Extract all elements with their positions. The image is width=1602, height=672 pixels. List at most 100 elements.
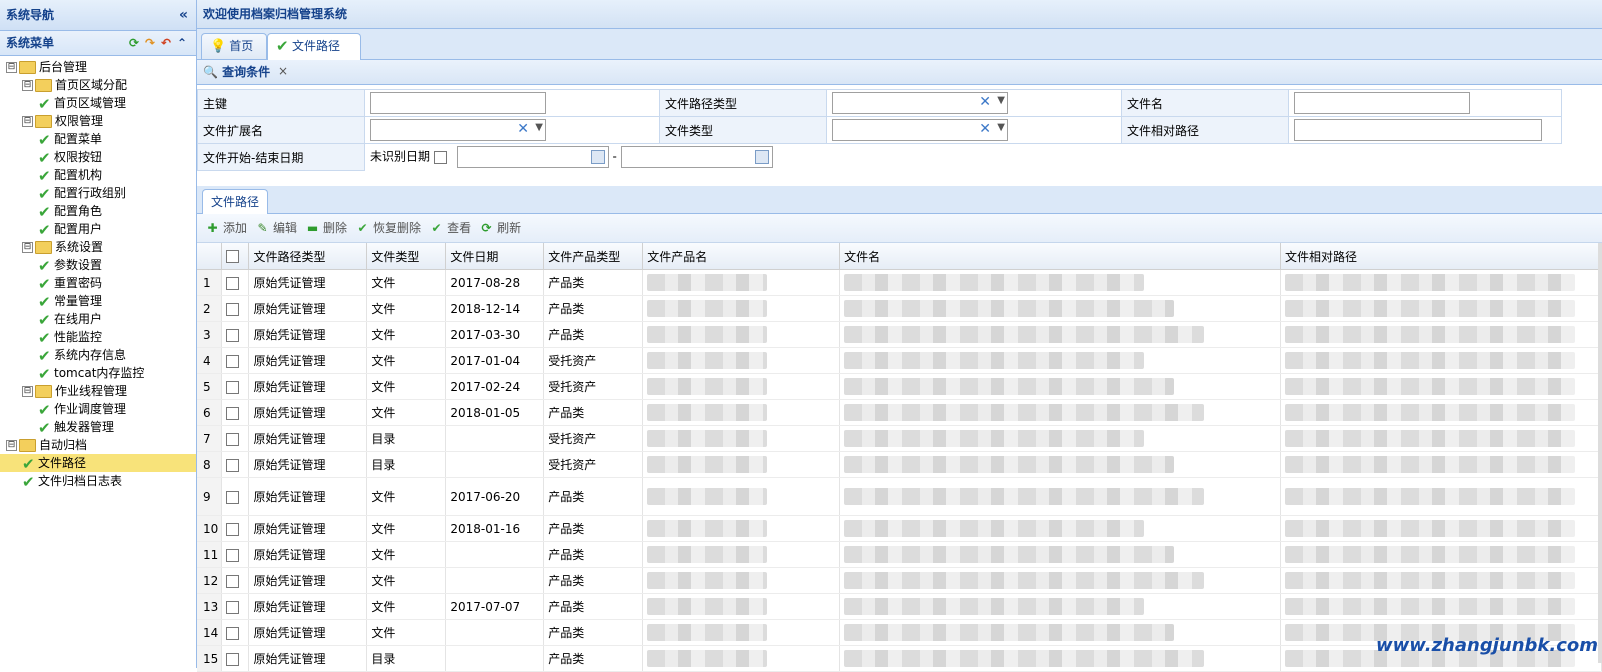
tree-item[interactable]: ✔ 首页区域管理	[0, 94, 196, 113]
tree-item[interactable]: ⊟ 作业线程管理	[0, 382, 196, 400]
tree-item[interactable]: ✔ 性能监控	[0, 328, 196, 347]
tree-item[interactable]: ✔ 配置行政组别	[0, 184, 196, 203]
row-checkbox[interactable]	[226, 302, 240, 316]
col-header-file-name[interactable]: 文件名	[839, 243, 1281, 270]
collapse-toggle-icon[interactable]: ⊟	[22, 116, 33, 127]
chevron-up-icon[interactable]: ⌃	[174, 31, 190, 55]
undo-icon[interactable]: ↶	[158, 31, 174, 55]
double-chevron-left-icon[interactable]: «	[179, 0, 188, 30]
table-row[interactable]: 10 原始凭证管理 文件 2018-01-16 产品类	[197, 515, 1602, 542]
tree-item[interactable]: ✔ 配置菜单	[0, 130, 196, 149]
toolbar-button[interactable]: ▬ 删除	[305, 214, 347, 242]
col-header-product-type[interactable]: 文件产品类型	[543, 243, 644, 270]
redo-icon[interactable]: ↷	[142, 31, 158, 55]
tree-item[interactable]: ✔ 系统内存信息	[0, 346, 196, 365]
toolbar-button[interactable]: ✎ 编辑	[255, 214, 297, 242]
row-checkbox[interactable]	[226, 406, 240, 420]
unknown-date-checkbox[interactable]	[433, 150, 447, 164]
table-row[interactable]: 5 原始凭证管理 文件 2017-02-24 受托资产	[197, 373, 1602, 400]
path-type-select[interactable]: ✕ ▼	[832, 92, 1008, 114]
table-row[interactable]: 4 原始凭证管理 文件 2017-01-04 受托资产	[197, 347, 1602, 374]
row-checkbox[interactable]	[226, 354, 240, 368]
tree-item[interactable]: ✔ 文件归档日志表	[0, 472, 196, 491]
start-date-input[interactable]	[456, 146, 609, 169]
table-row[interactable]: 2 原始凭证管理 文件 2018-12-14 产品类	[197, 295, 1602, 322]
toolbar-button[interactable]: ✔ 恢复删除	[355, 214, 422, 242]
tree-item[interactable]: ⊟ 权限管理	[0, 112, 196, 130]
row-checkbox[interactable]	[226, 432, 240, 446]
ext-select[interactable]: ✕ ▼	[370, 119, 546, 141]
tree-item[interactable]: ✔ 配置机构	[0, 166, 196, 185]
collapse-toggle-icon[interactable]: ⊟	[22, 386, 33, 397]
tree-item[interactable]: ⊟ 后台管理	[0, 58, 196, 76]
table-row[interactable]: 13 原始凭证管理 文件 2017-07-07 产品类	[197, 593, 1602, 620]
row-checkbox[interactable]	[226, 522, 240, 536]
row-checkbox[interactable]	[226, 548, 240, 562]
row-checkbox[interactable]	[226, 328, 240, 342]
col-header-path-type[interactable]: 文件路径类型	[248, 243, 368, 270]
tab-file-path[interactable]: ✔ 文件路径 ×	[267, 33, 361, 78]
tree-item[interactable]: ✔ 在线用户	[0, 310, 196, 329]
row-checkbox[interactable]	[226, 574, 240, 588]
chevron-down-icon[interactable]: ▼	[535, 122, 543, 133]
file-type-select[interactable]: ✕ ▼	[832, 119, 1008, 141]
tree-item[interactable]: ✔ 配置角色	[0, 202, 196, 221]
row-checkbox[interactable]	[226, 490, 240, 504]
collapse-toggle-icon[interactable]: ⊟	[22, 80, 33, 91]
table-row[interactable]: 12 原始凭证管理 文件 产品类	[197, 567, 1602, 594]
select-all-checkbox[interactable]	[226, 250, 240, 263]
tree-item[interactable]: ✔ tomcat内存监控	[0, 364, 196, 383]
file-name-input[interactable]	[1294, 92, 1470, 114]
vertical-scrollbar[interactable]	[1598, 243, 1602, 663]
row-checkbox[interactable]	[226, 458, 240, 472]
calendar-icon[interactable]	[590, 150, 605, 165]
toolbar-button[interactable]: ✚ 添加	[205, 214, 247, 242]
table-row[interactable]: 7 原始凭证管理 目录 受托资产	[197, 425, 1602, 452]
cell-file-type: 文件	[366, 567, 447, 594]
row-checkbox[interactable]	[226, 652, 240, 666]
tab-close-icon[interactable]: ×	[278, 64, 288, 78]
tree-item[interactable]: ✔ 重置密码	[0, 274, 196, 293]
tree-item[interactable]: ✔ 文件路径	[0, 454, 196, 473]
tree-item[interactable]: ⊟ 自动归档	[0, 436, 196, 454]
tree-item[interactable]: ⊟ 系统设置	[0, 238, 196, 256]
tree-item[interactable]: ✔ 作业调度管理	[0, 400, 196, 419]
table-row[interactable]: 8 原始凭证管理 目录 受托资产	[197, 451, 1602, 478]
row-checkbox[interactable]	[226, 276, 240, 290]
tree-item[interactable]: ✔ 触发器管理	[0, 418, 196, 437]
col-header-rel-path[interactable]: 文件相对路径	[1280, 243, 1602, 270]
end-date-input[interactable]	[620, 146, 773, 169]
table-row[interactable]: 9 原始凭证管理 文件 2017-06-20 产品类	[197, 477, 1602, 516]
grid-tab[interactable]: 文件路径	[202, 189, 269, 214]
table-row[interactable]: 3 原始凭证管理 文件 2017-03-30 产品类	[197, 321, 1602, 348]
clear-icon[interactable]: ✕	[979, 94, 991, 110]
tab-home[interactable]: 💡 首页	[201, 33, 267, 59]
row-checkbox[interactable]	[226, 626, 240, 640]
tree-item[interactable]: ⊟ 首页区域分配	[0, 76, 196, 94]
collapse-toggle-icon[interactable]: ⊟	[22, 242, 33, 253]
row-checkbox[interactable]	[226, 600, 240, 614]
tree-item[interactable]: ✔ 权限按钮	[0, 148, 196, 167]
toolbar-button[interactable]: ⟳ 刷新	[479, 214, 522, 242]
clear-icon[interactable]: ✕	[979, 121, 991, 137]
collapse-toggle-icon[interactable]: ⊟	[6, 62, 17, 73]
table-row[interactable]: 6 原始凭证管理 文件 2018-01-05 产品类	[197, 399, 1602, 426]
clear-icon[interactable]: ✕	[517, 121, 529, 137]
col-header-file-type[interactable]: 文件类型	[366, 243, 447, 270]
col-header-date[interactable]: 文件日期	[445, 243, 545, 270]
row-checkbox[interactable]	[226, 380, 240, 394]
col-header-product-name[interactable]: 文件产品名	[642, 243, 841, 270]
toolbar-button[interactable]: ✔ 查看	[429, 214, 472, 242]
calendar-icon[interactable]	[754, 150, 769, 165]
collapse-toggle-icon[interactable]: ⊟	[6, 440, 17, 451]
table-row[interactable]: 11 原始凭证管理 文件 产品类	[197, 541, 1602, 568]
tree-item[interactable]: ✔ 常量管理	[0, 292, 196, 311]
tree-item[interactable]: ✔ 参数设置	[0, 256, 196, 275]
refresh-icon[interactable]: ⟳	[126, 31, 142, 55]
table-row[interactable]: 1 原始凭证管理 文件 2017-08-28 产品类	[197, 269, 1602, 296]
tree-item[interactable]: ✔ 配置用户	[0, 220, 196, 239]
rel-path-input[interactable]	[1294, 119, 1542, 141]
chevron-down-icon[interactable]: ▼	[997, 122, 1005, 133]
chevron-down-icon[interactable]: ▼	[997, 95, 1005, 106]
key-input[interactable]	[370, 92, 546, 114]
